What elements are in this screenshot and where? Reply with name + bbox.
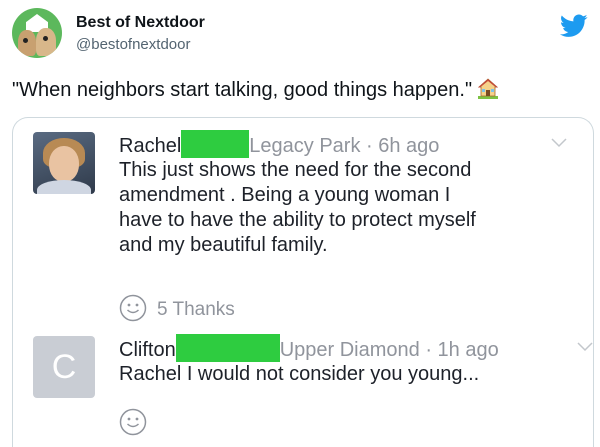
redaction-box	[175, 334, 280, 362]
eye	[23, 38, 28, 43]
account-avatar[interactable]	[12, 8, 62, 58]
smiley-icon[interactable]	[119, 408, 147, 436]
reaction-row	[119, 408, 157, 436]
comment-line: Rachel I would not consider you young...	[119, 363, 480, 385]
tweet-header: Best of Nextdoor @bestofnextdoor	[12, 8, 588, 64]
thanks-count[interactable]: 5 Thanks	[157, 299, 235, 320]
twitter-bird-icon[interactable]	[560, 14, 588, 38]
comment-line: and my beautiful family.	[119, 234, 328, 256]
avatar[interactable]	[33, 132, 95, 194]
smiley-icon[interactable]	[119, 294, 147, 322]
display-name[interactable]: Best of Nextdoor	[76, 14, 205, 32]
location-time: Legacy Park · 6h ago	[249, 135, 440, 157]
muppet-figure-right	[36, 28, 56, 56]
avatar[interactable]: C	[33, 336, 95, 398]
tweet-text: "When neighbors start talking, good thin…	[12, 76, 500, 102]
chevron-down-icon[interactable]	[577, 342, 593, 352]
author-name[interactable]: Clifton	[119, 339, 176, 361]
comment-body: This just shows the need for the second …	[119, 158, 539, 258]
location-time: Upper Diamond · 1h ago	[279, 339, 499, 361]
muppet-figure-left	[18, 30, 36, 56]
user-handle[interactable]: @bestofnextdoor	[76, 36, 190, 53]
shoulders	[37, 180, 91, 194]
house-with-garden-emoji-icon	[478, 78, 499, 99]
tweet-body: "When neighbors start talking, good thin…	[12, 79, 473, 101]
comment-header: Clifton Upper Diamond · 1h ago	[119, 334, 499, 362]
comment-line: have to have the ability to protect myse…	[119, 209, 476, 231]
comment-header: Rachel Legacy Park · 6h ago	[119, 130, 439, 158]
author-name[interactable]: Rachel	[119, 135, 181, 157]
comment-line: amendment . Being a young woman I	[119, 184, 451, 206]
redaction-box	[181, 130, 250, 158]
nextdoor-screenshot: Rachel Legacy Park · 6h ago This just sho…	[12, 117, 594, 447]
eye	[43, 36, 48, 41]
chevron-down-icon[interactable]	[551, 138, 567, 148]
comment-body: Rachel I would not consider you young...	[119, 362, 539, 387]
comment-line: This just shows the need for the second	[119, 159, 472, 181]
reaction-row: 5 Thanks	[119, 294, 235, 322]
face	[49, 146, 79, 182]
